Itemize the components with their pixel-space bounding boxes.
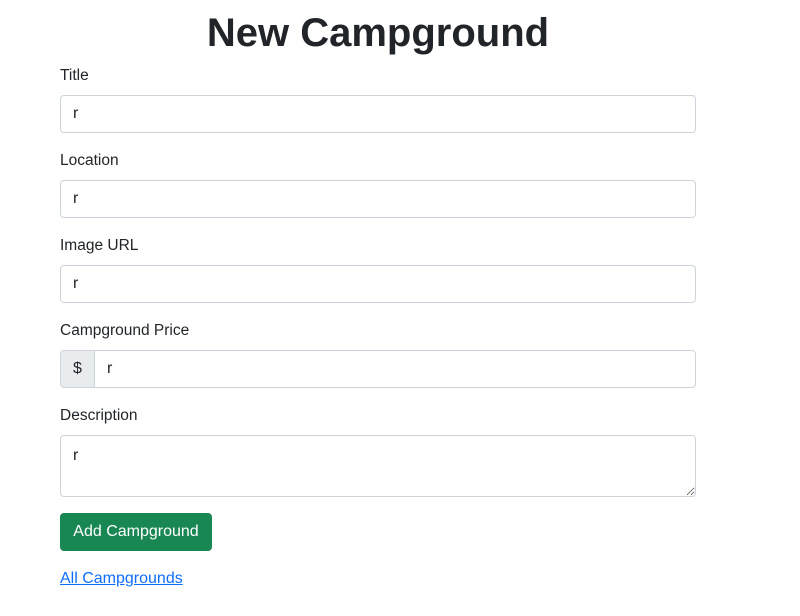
image-url-label: Image URL (60, 237, 139, 254)
add-campground-button[interactable]: Add Campground (60, 513, 212, 551)
title-group: Title (60, 64, 696, 133)
all-campgrounds-link[interactable]: All Campgrounds (60, 570, 183, 587)
image-url-input[interactable] (60, 265, 696, 303)
dollar-prefix: $ (60, 350, 94, 388)
new-campground-page: New Campground Title Location Image URL … (60, 0, 696, 591)
price-label: Campground Price (60, 322, 190, 339)
description-group: Description r (60, 404, 696, 497)
description-label: Description (60, 407, 138, 424)
title-input[interactable] (60, 95, 696, 133)
description-textarea[interactable]: r (60, 435, 696, 497)
new-campground-form: Title Location Image URL Campground Pric… (60, 64, 696, 551)
price-group: Campground Price $ (60, 319, 696, 388)
location-group: Location (60, 149, 696, 218)
location-label: Location (60, 152, 119, 169)
title-label: Title (60, 67, 89, 84)
price-input-group: $ (60, 350, 696, 388)
page-title: New Campground (206, 11, 550, 55)
location-input[interactable] (60, 180, 696, 218)
price-input[interactable] (94, 350, 696, 388)
image-group: Image URL (60, 234, 696, 303)
